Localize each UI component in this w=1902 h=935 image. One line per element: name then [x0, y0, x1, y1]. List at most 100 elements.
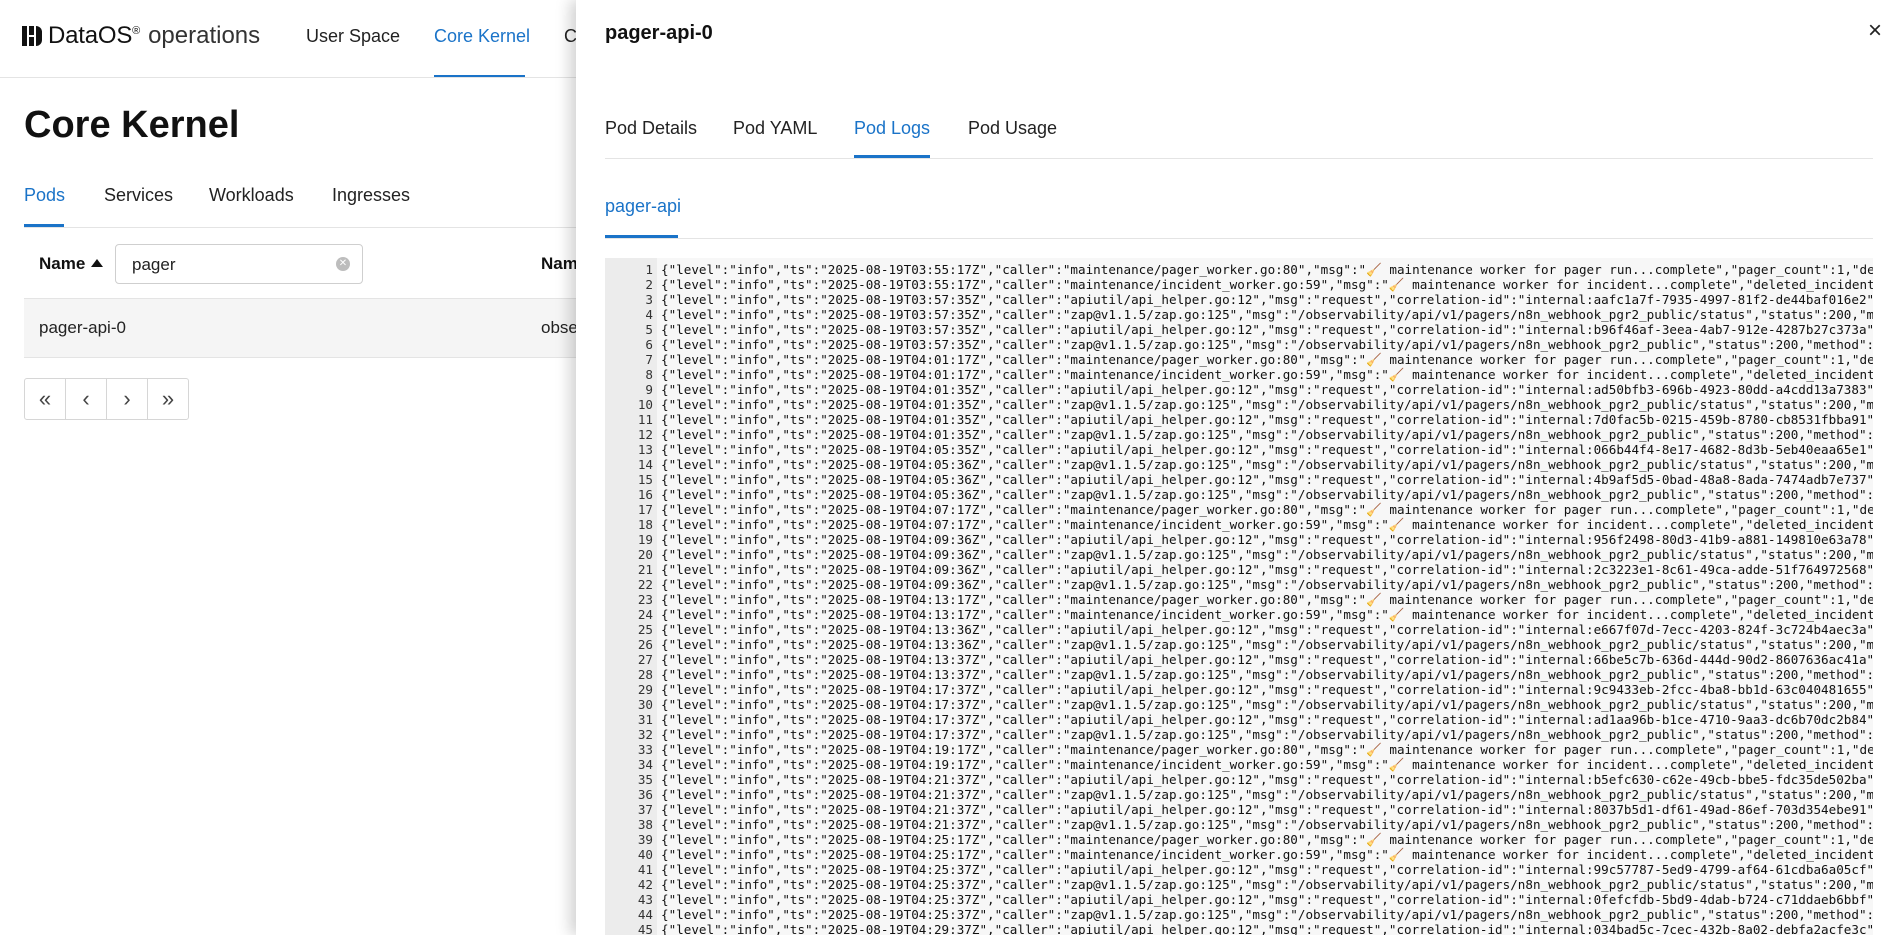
double-chevron-right-icon: » — [161, 386, 175, 411]
log-line: 35 {"level":"info","ts":"2025-08-19T04:21… — [605, 772, 1873, 787]
log-line: 32 {"level":"info","ts":"2025-08-19T04:17… — [605, 727, 1873, 742]
line-number: 32 — [637, 727, 653, 742]
nav-core-kernel[interactable]: Core Kernel — [434, 26, 530, 47]
nav-user-space[interactable]: User Space — [306, 26, 400, 47]
dataos-logo-icon — [22, 26, 42, 46]
tab-ingresses[interactable]: Ingresses — [332, 185, 410, 206]
log-text: {"level":"info","ts":"2025-08-19T04:09:3… — [661, 547, 1873, 562]
log-line: 33 {"level":"info","ts":"2025-08-19T04:19… — [605, 742, 1873, 757]
line-number: 42 — [637, 877, 653, 892]
line-number: 6 — [645, 337, 653, 352]
log-text: {"level":"info","ts":"2025-08-19T04:19:1… — [661, 757, 1873, 772]
line-number: 7 — [645, 352, 653, 367]
log-text: {"level":"info","ts":"2025-08-19T03:57:3… — [661, 337, 1873, 352]
table-row[interactable]: pager-api-0 obse — [24, 299, 584, 358]
log-line: 23 {"level":"info","ts":"2025-08-19T04:13… — [605, 592, 1873, 607]
log-line: 34 {"level":"info","ts":"2025-08-19T04:19… — [605, 757, 1873, 772]
log-text: {"level":"info","ts":"2025-08-19T04:29:3… — [661, 922, 1873, 935]
previous-page-button[interactable]: ‹ — [65, 378, 107, 420]
drawer-tabs-divider — [605, 158, 1873, 159]
clear-filter-icon[interactable]: ✕ — [336, 257, 350, 271]
line-number: 17 — [637, 502, 653, 517]
log-line: 15 {"level":"info","ts":"2025-08-19T04:05… — [605, 472, 1873, 487]
line-number: 35 — [637, 772, 653, 787]
brand-name: DataOS® — [48, 22, 141, 49]
log-line: 14 {"level":"info","ts":"2025-08-19T04:05… — [605, 457, 1873, 472]
log-text: {"level":"info","ts":"2025-08-19T04:17:3… — [661, 712, 1873, 727]
log-line: 16 {"level":"info","ts":"2025-08-19T04:05… — [605, 487, 1873, 502]
log-text: {"level":"info","ts":"2025-08-19T04:05:3… — [661, 472, 1873, 487]
log-text: {"level":"info","ts":"2025-08-19T04:25:3… — [661, 892, 1873, 907]
brand-logo[interactable]: DataOS® operations — [22, 22, 260, 50]
line-number: 15 — [637, 472, 653, 487]
line-number: 38 — [637, 817, 653, 832]
line-number: 40 — [637, 847, 653, 862]
line-number: 18 — [637, 517, 653, 532]
tab-pod-logs[interactable]: Pod Logs — [854, 118, 930, 139]
log-line: 37 {"level":"info","ts":"2025-08-19T04:21… — [605, 802, 1873, 817]
line-number: 37 — [637, 802, 653, 817]
log-text: {"level":"info","ts":"2025-08-19T04:13:1… — [661, 592, 1873, 607]
log-text: {"level":"info","ts":"2025-08-19T04:13:3… — [661, 652, 1873, 667]
log-line: 38 {"level":"info","ts":"2025-08-19T04:21… — [605, 817, 1873, 832]
log-line: 9 {"level":"info","ts":"2025-08-19T04:01:… — [605, 382, 1873, 397]
line-number: 3 — [645, 292, 653, 307]
line-number: 1 — [645, 262, 653, 277]
chevron-right-icon: › — [123, 386, 131, 411]
line-number: 23 — [637, 592, 653, 607]
log-line: 26 {"level":"info","ts":"2025-08-19T04:13… — [605, 637, 1873, 652]
last-page-button[interactable]: » — [147, 378, 189, 420]
log-line: 36 {"level":"info","ts":"2025-08-19T04:21… — [605, 787, 1873, 802]
log-line: 19 {"level":"info","ts":"2025-08-19T04:09… — [605, 532, 1873, 547]
log-line: 18 {"level":"info","ts":"2025-08-19T04:07… — [605, 517, 1873, 532]
line-number: 4 — [645, 307, 653, 322]
log-text: {"level":"info","ts":"2025-08-19T04:01:1… — [661, 367, 1873, 382]
log-line: 8 {"level":"info","ts":"2025-08-19T04:01:… — [605, 367, 1873, 382]
log-text: {"level":"info","ts":"2025-08-19T03:57:3… — [661, 292, 1873, 307]
log-text: {"level":"info","ts":"2025-08-19T04:01:3… — [661, 412, 1873, 427]
close-icon[interactable]: × — [1868, 19, 1882, 43]
line-number: 36 — [637, 787, 653, 802]
log-line: 27 {"level":"info","ts":"2025-08-19T04:13… — [605, 652, 1873, 667]
log-viewer[interactable]: 1 {"level":"info","ts":"2025-08-19T03:55:… — [605, 258, 1873, 935]
name-filter[interactable]: ✕ — [115, 244, 363, 284]
sort-ascending-icon[interactable] — [91, 259, 104, 267]
log-text: {"level":"info","ts":"2025-08-19T04:13:1… — [661, 607, 1873, 622]
log-text: {"level":"info","ts":"2025-08-19T04:01:3… — [661, 382, 1873, 397]
log-line: 1 {"level":"info","ts":"2025-08-19T03:55:… — [605, 262, 1873, 277]
tab-workloads[interactable]: Workloads — [209, 185, 294, 206]
log-line: 13 {"level":"info","ts":"2025-08-19T04:05… — [605, 442, 1873, 457]
log-text: {"level":"info","ts":"2025-08-19T03:55:1… — [661, 277, 1873, 292]
namespace-column-header[interactable]: Nam — [541, 254, 578, 274]
log-text: {"level":"info","ts":"2025-08-19T04:21:3… — [661, 772, 1873, 787]
first-page-button[interactable]: « — [24, 378, 66, 420]
page-title: Core Kernel — [24, 104, 240, 146]
log-line: 6 {"level":"info","ts":"2025-08-19T03:57:… — [605, 337, 1873, 352]
log-line: 21 {"level":"info","ts":"2025-08-19T04:09… — [605, 562, 1873, 577]
log-text: {"level":"info","ts":"2025-08-19T04:01:3… — [661, 427, 1873, 442]
log-line: 40 {"level":"info","ts":"2025-08-19T04:25… — [605, 847, 1873, 862]
log-line: 11 {"level":"info","ts":"2025-08-19T04:01… — [605, 412, 1873, 427]
line-number: 8 — [645, 367, 653, 382]
tab-pod-details[interactable]: Pod Details — [605, 118, 697, 139]
tab-pod-yaml[interactable]: Pod YAML — [733, 118, 817, 139]
log-line: 31 {"level":"info","ts":"2025-08-19T04:17… — [605, 712, 1873, 727]
log-line: 29 {"level":"info","ts":"2025-08-19T04:17… — [605, 682, 1873, 697]
tab-container-pager-api[interactable]: pager-api — [605, 196, 681, 217]
log-text: {"level":"info","ts":"2025-08-19T04:17:3… — [661, 682, 1873, 697]
drawer-title: pager-api-0 — [605, 22, 713, 44]
log-line: 25 {"level":"info","ts":"2025-08-19T04:13… — [605, 622, 1873, 637]
log-text: {"level":"info","ts":"2025-08-19T04:25:3… — [661, 907, 1873, 922]
pod-name-cell[interactable]: pager-api-0 — [39, 318, 126, 338]
name-filter-input[interactable] — [130, 254, 334, 276]
next-page-button[interactable]: › — [106, 378, 148, 420]
line-number: 20 — [637, 547, 653, 562]
tab-pod-usage[interactable]: Pod Usage — [968, 118, 1057, 139]
log-line: 24 {"level":"info","ts":"2025-08-19T04:13… — [605, 607, 1873, 622]
name-column-header[interactable]: Name — [39, 254, 104, 274]
log-text: {"level":"info","ts":"2025-08-19T04:25:1… — [661, 832, 1873, 847]
tab-pods[interactable]: Pods — [24, 185, 65, 206]
log-text: {"level":"info","ts":"2025-08-19T04:25:3… — [661, 877, 1873, 892]
log-line: 20 {"level":"info","ts":"2025-08-19T04:09… — [605, 547, 1873, 562]
tab-services[interactable]: Services — [104, 185, 173, 206]
